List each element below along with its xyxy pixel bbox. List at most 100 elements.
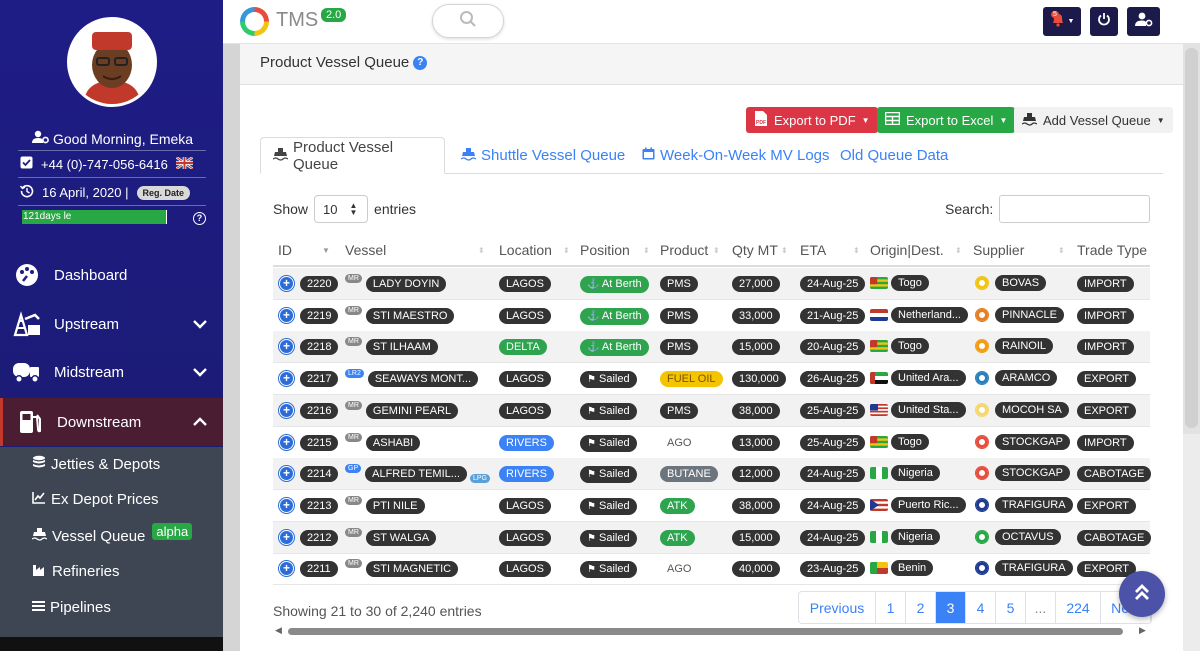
table-row[interactable]: +2216 MR GEMINI PEARL LAGOS ⚑ Sailed PMS 38,00… [273,394,1150,427]
oil-derrick-icon [12,311,42,337]
fuel-pump-icon [15,409,45,435]
column-header[interactable]: Trade Type [1077,242,1147,258]
sort-icon: ⬍ [563,246,570,255]
table-row[interactable]: +2213 MR PTI NILE LAGOS ⚑ Sailed ATK 38,000 24-… [273,490,1150,522]
check-square-icon [20,156,33,172]
table-row[interactable]: +2211 MR STI MAGNETIC LAGOS ⚑ Sailed AGO 40,00… [273,553,1150,586]
scroll-left-icon[interactable]: ◀ [275,625,282,636]
column-header[interactable]: Location [499,242,552,258]
column-header[interactable]: Origin|Dest. [870,242,944,258]
notifications-button[interactable]: 5 ▼ [1043,7,1081,36]
tab-product-vessel-queue[interactable]: Product Vessel Queue [260,137,445,174]
add-vessel-queue-button[interactable]: Add Vessel Queue ▼ [1014,107,1173,133]
nav-dashboard[interactable]: Dashboard [0,251,223,299]
row-id: 2216 [300,402,339,419]
export-pdf-button[interactable]: PDF Export to PDF ▼ [746,107,878,133]
table-row[interactable]: +2218 MR ST ILHAAM DELTA ⚓ At Berth PMS 15,000… [273,331,1150,364]
column-header[interactable]: Product [660,242,708,258]
page-button[interactable]: 4 [966,592,996,623]
scroll-to-top-button[interactable] [1119,571,1165,617]
tab-label: Shuttle Vessel Queue [481,147,626,164]
expand-row-icon[interactable]: + [279,497,294,513]
logout-button[interactable] [1090,7,1118,36]
table-row[interactable]: +2220 MR LADY DOYIN LAGOS ⚓ At Berth PMS 27,00… [273,268,1150,300]
row-id: 2211 [300,561,338,578]
sub-label: Vessel Queue [52,527,146,545]
add-vessel-label: Add Vessel Queue [1043,112,1151,128]
vessel-class-tag: LR2 [345,369,364,379]
column-header[interactable]: ETA [800,242,826,258]
position-badge: ⚑ Sailed [580,466,637,484]
ship-icon [460,147,477,165]
expand-row-icon[interactable]: + [279,466,294,482]
search-icon [459,10,477,33]
page-scrollbar-thumb[interactable] [1185,48,1198,428]
page-button[interactable]: Previous [799,592,876,623]
supplier-logo-icon [975,529,989,544]
vessel-name: ST ILHAAM [365,339,438,356]
table-row[interactable]: +2219 MR STI MAESTRO LAGOS ⚓ At Berth PMS 33,0… [273,300,1150,332]
sub-pipelines[interactable]: Pipelines [32,599,111,616]
lpg-tag: LPG [469,474,490,484]
entries-select[interactable]: 10 ▲ ▼ [314,195,369,223]
export-excel-button[interactable]: Export to Excel ▼ [877,107,1016,133]
sub-vessel-queue[interactable]: Vessel Queue alpha [31,522,193,545]
nav-label: Midstream [54,363,125,381]
tab-shuttle-vessel-queue[interactable]: Shuttle Vessel Queue [449,137,637,174]
caret-down-icon: ▼ [999,115,1008,125]
column-header[interactable]: Position [580,242,630,258]
expand-row-icon[interactable]: + [279,561,294,577]
scrollbar-thumb[interactable] [288,628,1123,635]
table-row[interactable]: +2215 MR ASHABI RIVERS ⚑ Sailed AGO 13,000 25-A… [273,427,1150,459]
column-header[interactable]: Supplier [973,242,1024,258]
expand-row-icon[interactable]: + [279,529,294,545]
eta-badge: 24-Aug-25 [800,497,866,514]
expand-row-icon[interactable]: + [279,276,294,291]
tab-week-on-week-mv-logs[interactable]: Week-On-Week MV Logs [630,137,842,174]
user-avatar[interactable] [67,17,157,107]
sub-ex-depot-prices[interactable]: Ex Depot Prices [32,491,159,508]
trade-type-badge: EXPORT [1077,497,1137,514]
user-settings-button[interactable] [1127,7,1160,36]
table-row[interactable]: +2212 MR ST WALGA LAGOS ⚑ Sailed ATK 15,000 24-… [273,521,1152,554]
page-button[interactable]: 3 [936,592,966,623]
nav-midstream[interactable]: Midstream [0,348,223,396]
sort-icon: ⬍ [781,246,788,255]
vessel-name: ASHABI [365,434,421,451]
ship-icon [272,147,289,165]
expand-row-icon[interactable]: + [279,434,294,450]
palette-icon [12,263,42,287]
product-badge: AGO [667,563,692,576]
page-button[interactable]: ... [1026,592,1056,623]
page-button[interactable]: 2 [906,592,936,623]
nav-upstream[interactable]: Upstream [0,300,223,348]
expand-row-icon[interactable]: + [279,371,294,387]
scroll-right-icon[interactable]: ▶ [1139,625,1146,636]
expand-row-icon[interactable]: + [279,307,294,323]
supplier-badge: TRAFIGURA [995,560,1073,577]
table-horizontal-scrollbar[interactable]: ◀ ▶ [273,624,1150,641]
global-search-button[interactable] [432,4,504,38]
sub-jetties-depots[interactable]: Jetties & Depots [32,455,160,473]
table-row[interactable]: +2214 GP ALFRED TEMIL... LPG RIVERS ⚑ Sailed B… [273,458,1152,491]
page-button[interactable]: 1 [876,592,906,623]
nav-label: Dashboard [54,266,128,284]
help-icon[interactable]: ? [193,212,206,225]
column-header[interactable]: Vessel [345,242,386,258]
tab-old-queue-data[interactable]: Old Queue Data [828,137,960,174]
expand-row-icon[interactable]: + [279,339,294,355]
updown-icon: ▲ ▼ [349,201,358,217]
trade-type-badge: EXPORT [1077,402,1137,419]
help-icon[interactable]: ? [413,55,428,70]
column-header[interactable]: Qty MT [732,242,778,258]
column-header[interactable]: ID [278,242,292,258]
expand-row-icon[interactable]: + [279,402,294,418]
page-button[interactable]: 5 [996,592,1026,623]
page-button[interactable]: 224 [1056,592,1101,623]
nav-downstream[interactable]: Downstream [0,398,223,446]
position-badge: ⚓ At Berth [580,307,649,325]
sub-refineries[interactable]: Refineries [32,563,120,580]
search-label: Search: [945,201,994,217]
table-search-input[interactable] [999,195,1150,223]
table-row[interactable]: +2217 LR2 SEAWAYS MONT... LAGOS ⚑ Sailed FUEL… [273,363,1150,396]
